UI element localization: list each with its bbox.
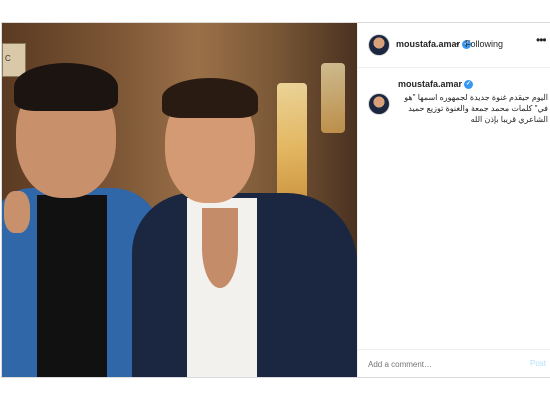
post-side-panel: moustafa.amar ✓ • Following ••• moustafa.… bbox=[357, 23, 550, 377]
more-options-icon[interactable]: ••• bbox=[536, 33, 547, 47]
caption-text: اليوم حيقدم غنوة جديدة لجمهوره اسمها "هو… bbox=[404, 93, 548, 124]
caption-avatar[interactable] bbox=[368, 93, 390, 115]
header-separator: • bbox=[456, 39, 460, 49]
background-lights bbox=[321, 63, 345, 133]
avatar[interactable] bbox=[368, 34, 390, 56]
caption-username[interactable]: moustafa.amar ✓ bbox=[398, 79, 474, 90]
comment-input[interactable] bbox=[368, 357, 508, 371]
wall-sign: C bbox=[2, 43, 26, 77]
post-button[interactable]: Post bbox=[530, 359, 546, 368]
following-button[interactable]: Following bbox=[465, 39, 503, 49]
post-photo[interactable]: C bbox=[2, 23, 357, 377]
right-person-hair bbox=[162, 78, 258, 118]
comment-bar: Post bbox=[358, 349, 550, 378]
verified-badge-icon: ✓ bbox=[464, 80, 474, 90]
left-person-hair bbox=[14, 63, 118, 111]
caption-username-text[interactable]: moustafa.amar bbox=[398, 79, 462, 89]
header-username-text[interactable]: moustafa.amar bbox=[396, 39, 460, 49]
wall-sign-text: C bbox=[5, 54, 11, 63]
header-username[interactable]: moustafa.amar ✓ bbox=[396, 39, 472, 50]
left-person-shirt bbox=[37, 195, 107, 377]
post-header: moustafa.amar ✓ • Following ••• bbox=[358, 23, 550, 68]
right-person-chest bbox=[202, 208, 238, 288]
hand-on-shoulder bbox=[4, 191, 30, 233]
instagram-post: C moustafa.amar ✓ • Following ••• moustaf… bbox=[1, 22, 550, 378]
